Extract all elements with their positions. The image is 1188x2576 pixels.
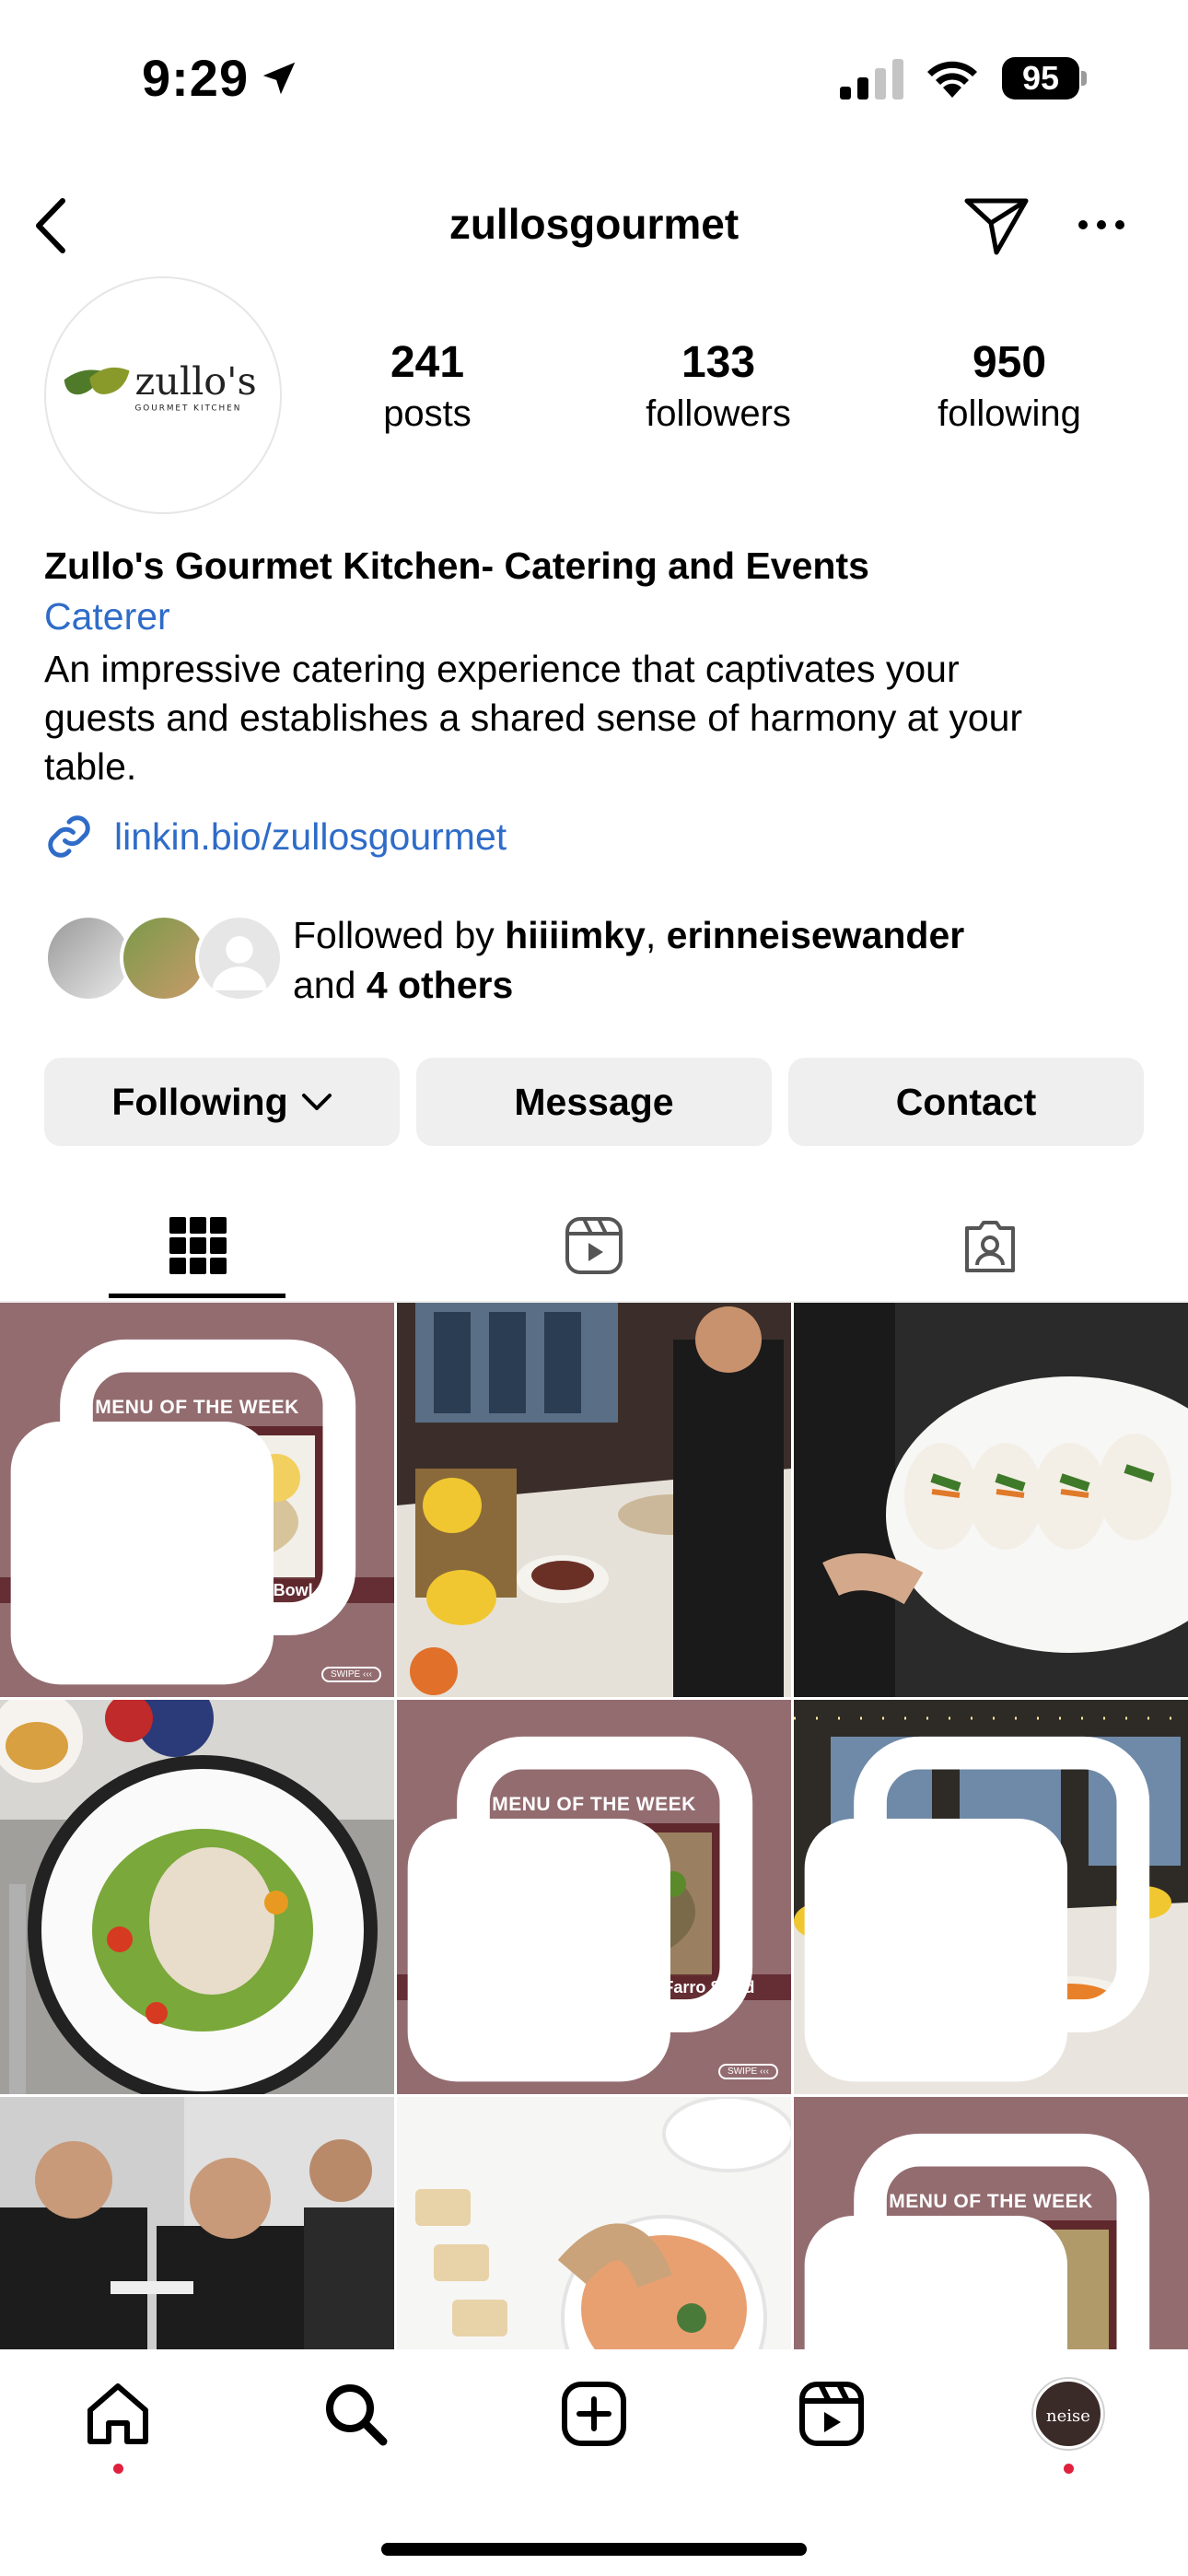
tab-tagged[interactable] [792,1188,1188,1303]
bio-line: An impressive catering experience that c… [44,648,960,690]
post-tile[interactable]: MENU OF THE WEEK [794,2097,1188,2349]
link-icon [48,815,90,858]
svg-text:zullo's: zullo's [134,359,256,404]
grid-icon [169,1217,227,1274]
zullos-logo: zullo's GOURMET KITCHEN [64,359,257,414]
carousel-icon [804,1736,1150,2082]
home-tab[interactable] [81,2377,155,2451]
post-tile[interactable] [397,2097,791,2349]
create-tab[interactable] [557,2377,631,2451]
stat-followers[interactable]: 133 followers [608,335,829,437]
bio-text: An impressive catering experience that c… [44,645,1149,791]
contact-button[interactable]: Contact [788,1058,1144,1146]
create-post-icon [562,2382,626,2446]
tab-posts-grid[interactable] [0,1188,396,1303]
stat-posts[interactable]: 241 posts [317,335,538,437]
content-tabs [0,1188,1188,1303]
post-tile[interactable] [0,2097,394,2349]
battery-level: 95 [1002,57,1079,100]
wifi-icon [927,61,977,98]
profile-category[interactable]: Caterer [44,590,1149,643]
carousel-icon [804,2133,1150,2349]
reels-icon [799,2382,864,2446]
message-button[interactable]: Message [416,1058,772,1146]
profile-header: zullosgourmet [0,184,1188,267]
tab-reels[interactable] [396,1188,792,1303]
following-count: 950 [972,338,1047,387]
carousel-icon [407,1736,753,2082]
active-tab-indicator [109,1294,285,1298]
location-arrow-icon [262,62,296,95]
search-icon [326,2384,388,2446]
bio-line: guests and establishes a shared sense of… [44,697,1023,739]
follower-avatar [195,914,284,1002]
carousel-icon [10,1339,356,1685]
profile-link-text: linkin.bio/zullosgourmet [114,814,507,858]
share-send-icon[interactable] [963,195,1030,256]
post-tile[interactable] [794,1700,1188,2094]
stat-following[interactable]: 950 following [899,335,1120,437]
followed-by-text: Followed by hiiiimky, erinneisewander an… [293,914,965,1006]
status-bar: 9:29 95 [0,0,1188,157]
post-tile[interactable] [794,1303,1188,1697]
followed-by[interactable]: Followed by hiiiimky, erinneisewander an… [44,910,1149,1012]
post-tile[interactable] [0,1700,394,2094]
following-label: following [938,393,1081,434]
reels-icon [565,1217,623,1274]
following-button[interactable]: Following [44,1058,400,1146]
profile-bio: Zullo's Gourmet Kitchen- Catering and Ev… [44,542,1149,791]
home-indicator [381,2543,807,2556]
post-tile[interactable]: MENU OF THE WEEK Spinach Artichoke Orzo … [0,1303,394,1697]
home-notification-dot [113,2464,123,2474]
search-tab[interactable] [319,2377,392,2451]
cellular-signal-icon [840,59,903,100]
profile-display-name: Zullo's Gourmet Kitchen- Catering and Ev… [44,544,869,587]
profile-link[interactable]: linkin.bio/zullosgourmet [44,809,507,864]
profile-avatar[interactable]: zullo's GOURMET KITCHEN [44,276,282,514]
tagged-icon [965,1221,1015,1272]
post-tile[interactable]: MENU OF THE WEEK Tuscan Roasted Vegetabl… [397,1700,791,2094]
svg-text:GOURMET KITCHEN: GOURMET KITCHEN [134,404,241,414]
followers-count: 133 [681,338,756,387]
posts-grid: MENU OF THE WEEK Spinach Artichoke Orzo … [0,1303,1188,2349]
profile-tab-avatar[interactable]: neise [1033,2379,1103,2449]
profile-actions: Following Message Contact [44,1058,1144,1146]
reels-tab[interactable] [795,2377,868,2451]
followers-label: followers [646,393,791,434]
posts-label: posts [383,393,472,434]
post-tile[interactable] [397,1303,791,1697]
posts-count: 241 [390,338,465,387]
more-options-icon[interactable] [1076,217,1127,232]
bio-line: table. [44,745,137,788]
home-icon [87,2383,148,2444]
battery-indicator: 95 [1002,57,1087,100]
status-time: 9:29 [142,49,250,107]
profile-notification-dot [1064,2464,1074,2474]
chevron-down-icon [301,1094,332,1110]
